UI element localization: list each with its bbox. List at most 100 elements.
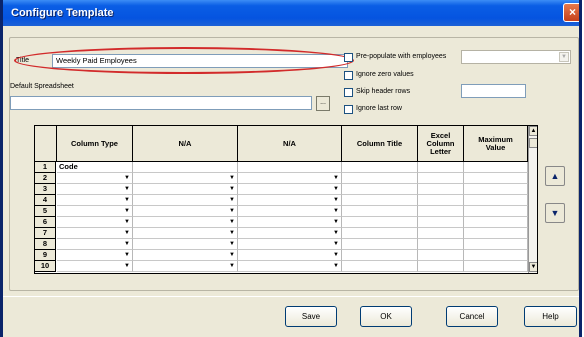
- employee-select[interactable]: ▼: [461, 50, 571, 64]
- browse-button[interactable]: ...: [316, 96, 330, 111]
- chevron-down-icon[interactable]: ▼: [333, 262, 339, 271]
- column-type-cell[interactable]: ▼: [57, 228, 133, 239]
- title-input[interactable]: Weekly Paid Employees: [52, 54, 348, 68]
- column-title-cell[interactable]: [342, 217, 418, 228]
- na-cell-2[interactable]: ▼: [238, 173, 342, 184]
- column-type-cell[interactable]: ▼: [57, 239, 133, 250]
- column-title-cell[interactable]: [342, 173, 418, 184]
- excel-column-letter-cell[interactable]: [418, 184, 464, 195]
- na-cell-1[interactable]: [133, 162, 238, 173]
- na-cell-2[interactable]: ▼: [238, 250, 342, 261]
- row-number[interactable]: 7: [35, 228, 56, 239]
- maximum-value-cell[interactable]: [464, 250, 528, 261]
- maximum-value-cell[interactable]: [464, 184, 528, 195]
- move-down-button[interactable]: ▼: [545, 203, 565, 223]
- chevron-down-icon[interactable]: ▼: [229, 240, 235, 249]
- row-number[interactable]: 9: [35, 250, 56, 261]
- cancel-button[interactable]: Cancel: [446, 306, 498, 327]
- row-number[interactable]: 10: [35, 261, 56, 272]
- skip-header-rows-input[interactable]: [461, 84, 526, 98]
- move-up-button[interactable]: ▲: [545, 166, 565, 186]
- column-title-cell[interactable]: [342, 261, 418, 272]
- column-type-cell[interactable]: ▼: [57, 261, 133, 272]
- column-type-cell[interactable]: ▼: [57, 217, 133, 228]
- scroll-up-button[interactable]: ▲: [529, 126, 537, 136]
- na-cell-2[interactable]: ▼: [238, 206, 342, 217]
- spreadsheet-input[interactable]: [10, 96, 312, 110]
- excel-column-letter-cell[interactable]: [418, 217, 464, 228]
- na-cell-2[interactable]: ▼: [238, 239, 342, 250]
- row-number[interactable]: 8: [35, 239, 56, 250]
- na-cell-1[interactable]: ▼: [133, 217, 238, 228]
- chevron-down-icon[interactable]: ▼: [229, 218, 235, 227]
- row-number[interactable]: 3: [35, 184, 56, 195]
- chevron-down-icon[interactable]: ▼: [333, 196, 339, 205]
- ok-button[interactable]: OK: [360, 306, 412, 327]
- chevron-down-icon[interactable]: ▼: [124, 218, 130, 227]
- excel-column-letter-cell[interactable]: [418, 173, 464, 184]
- maximum-value-cell[interactable]: [464, 228, 528, 239]
- na-cell-1[interactable]: ▼: [133, 228, 238, 239]
- na-cell-1[interactable]: ▼: [133, 173, 238, 184]
- column-title-cell[interactable]: [342, 195, 418, 206]
- na-cell-2[interactable]: ▼: [238, 195, 342, 206]
- grid-scrollbar[interactable]: ▲ ▼: [528, 126, 537, 273]
- chevron-down-icon[interactable]: ▼: [229, 229, 235, 238]
- na-cell-1[interactable]: ▼: [133, 239, 238, 250]
- chevron-down-icon[interactable]: ▼: [229, 174, 235, 183]
- excel-column-letter-cell[interactable]: [418, 195, 464, 206]
- na-cell-1[interactable]: ▼: [133, 206, 238, 217]
- column-title-cell[interactable]: [342, 228, 418, 239]
- na-cell-2[interactable]: ▼: [238, 228, 342, 239]
- row-number[interactable]: 6: [35, 217, 56, 228]
- column-title-cell[interactable]: [342, 162, 418, 173]
- prepopulate-checkbox[interactable]: [344, 53, 353, 62]
- maximum-value-cell[interactable]: [464, 162, 528, 173]
- excel-column-letter-cell[interactable]: [418, 250, 464, 261]
- ignore-zero-checkbox[interactable]: [344, 71, 353, 80]
- excel-column-letter-cell[interactable]: [418, 162, 464, 173]
- close-button[interactable]: ×: [563, 3, 579, 22]
- na-cell-1[interactable]: ▼: [133, 195, 238, 206]
- help-button[interactable]: Help: [524, 306, 577, 327]
- chevron-down-icon[interactable]: ▼: [124, 196, 130, 205]
- na-cell-2[interactable]: ▼: [238, 261, 342, 272]
- column-type-cell[interactable]: Code: [57, 162, 133, 173]
- excel-column-letter-cell[interactable]: [418, 206, 464, 217]
- column-title-cell[interactable]: [342, 184, 418, 195]
- chevron-down-icon[interactable]: ▼: [333, 251, 339, 260]
- chevron-down-icon[interactable]: ▼: [333, 185, 339, 194]
- excel-column-letter-cell[interactable]: [418, 239, 464, 250]
- row-number[interactable]: 2: [35, 173, 56, 184]
- chevron-down-icon[interactable]: ▼: [333, 240, 339, 249]
- column-title-cell[interactable]: [342, 250, 418, 261]
- chevron-down-icon[interactable]: ▼: [333, 207, 339, 216]
- chevron-down-icon[interactable]: ▼: [124, 240, 130, 249]
- skip-header-checkbox[interactable]: [344, 88, 353, 97]
- maximum-value-cell[interactable]: [464, 195, 528, 206]
- na-cell-1[interactable]: ▼: [133, 184, 238, 195]
- row-number[interactable]: 1: [35, 162, 56, 173]
- scroll-thumb[interactable]: [529, 138, 537, 148]
- na-cell-2[interactable]: [238, 162, 342, 173]
- na-cell-2[interactable]: ▼: [238, 184, 342, 195]
- na-cell-1[interactable]: ▼: [133, 250, 238, 261]
- column-title-cell[interactable]: [342, 206, 418, 217]
- maximum-value-cell[interactable]: [464, 217, 528, 228]
- row-number[interactable]: 4: [35, 195, 56, 206]
- chevron-down-icon[interactable]: ▼: [333, 229, 339, 238]
- na-cell-2[interactable]: ▼: [238, 217, 342, 228]
- maximum-value-cell[interactable]: [464, 206, 528, 217]
- na-cell-1[interactable]: ▼: [133, 261, 238, 272]
- column-title-cell[interactable]: [342, 239, 418, 250]
- excel-column-letter-cell[interactable]: [418, 228, 464, 239]
- column-type-cell[interactable]: ▼: [57, 184, 133, 195]
- chevron-down-icon[interactable]: ▼: [229, 262, 235, 271]
- row-number[interactable]: 5: [35, 206, 56, 217]
- save-button[interactable]: Save: [285, 306, 337, 327]
- maximum-value-cell[interactable]: [464, 261, 528, 272]
- chevron-down-icon[interactable]: ▼: [229, 207, 235, 216]
- scroll-down-button[interactable]: ▼: [529, 262, 537, 272]
- column-type-cell[interactable]: ▼: [57, 206, 133, 217]
- chevron-down-icon[interactable]: ▼: [333, 174, 339, 183]
